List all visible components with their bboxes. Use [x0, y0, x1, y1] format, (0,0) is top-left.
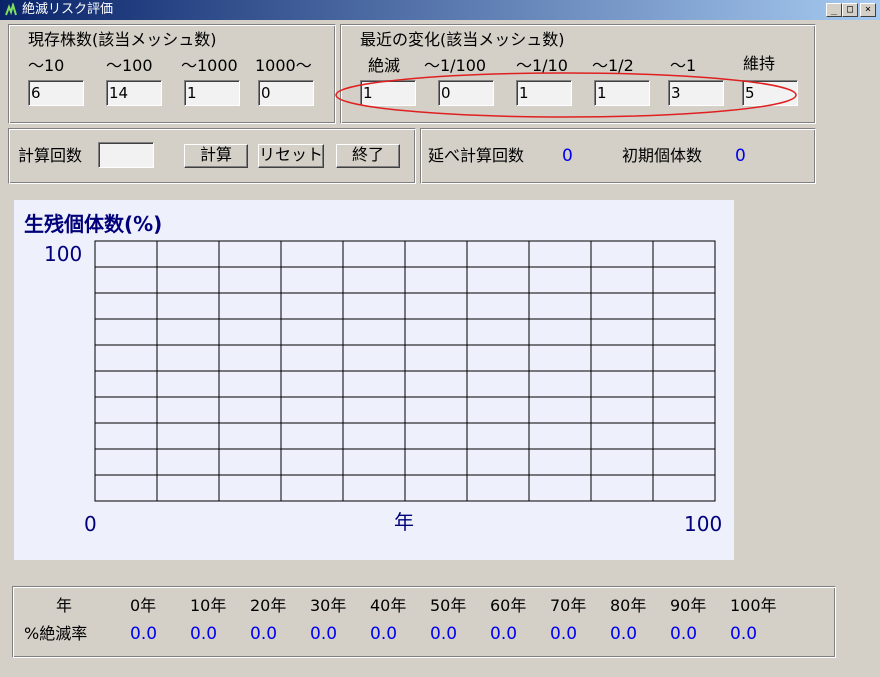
year-row-label: 年	[56, 596, 73, 615]
year-cell: 50年	[430, 596, 467, 615]
year-cell: 60年	[490, 596, 527, 615]
rate-cell: 0.0	[490, 624, 518, 644]
highlight-ellipse	[335, 72, 797, 118]
rate-row-label: %絶滅率	[24, 624, 88, 643]
initial-pop-label: 初期個体数	[622, 146, 703, 165]
app-icon	[5, 3, 17, 16]
close-button[interactable]: ×	[860, 3, 876, 17]
stock-field-10[interactable]: 6	[28, 80, 84, 106]
year-cell: 20年	[250, 596, 287, 615]
year-cell: 90年	[670, 596, 707, 615]
stock-label-1000plus: 1000～	[255, 56, 312, 75]
stock-field-1000plus[interactable]: 0	[258, 80, 314, 106]
calc-button[interactable]: 計算	[184, 144, 248, 168]
x-axis-min-label: 0	[84, 512, 97, 536]
year-cell: 0年	[130, 596, 157, 615]
year-cell: 70年	[550, 596, 587, 615]
survival-chart-panel: 生残個体数(%) 100 0 年 100	[14, 200, 734, 560]
minimize-button[interactable]: _	[826, 3, 842, 17]
stock-label-100: ～100	[106, 56, 153, 75]
stock-label-1000: ～1000	[181, 56, 238, 75]
year-cell: 100年	[730, 596, 777, 615]
year-cell: 80年	[610, 596, 647, 615]
rate-cell: 0.0	[130, 624, 158, 644]
rate-cell: 0.0	[610, 624, 638, 644]
current-stock-title: 現存株数(該当メッシュ数)	[28, 30, 217, 49]
rate-cell: 0.0	[310, 624, 338, 644]
x-axis-title: 年	[394, 510, 414, 534]
year-cell: 30年	[310, 596, 347, 615]
year-cell: 40年	[370, 596, 407, 615]
rate-cell: 0.0	[670, 624, 698, 644]
x-axis-max-label: 100	[684, 512, 723, 536]
calc-count-label: 計算回数	[18, 146, 83, 165]
window-title: 絶滅リスク評価	[22, 2, 114, 17]
chart-title: 生残個体数(%)	[24, 212, 163, 236]
year-cell: 10年	[190, 596, 227, 615]
stock-field-1000[interactable]: 1	[184, 80, 240, 106]
initial-pop-value: 0	[735, 146, 746, 166]
calc-count-field[interactable]	[98, 142, 154, 168]
maximize-button[interactable]: □	[842, 3, 858, 17]
rate-cell: 0.0	[430, 624, 458, 644]
rate-cell: 0.0	[190, 624, 218, 644]
rate-cell: 0.0	[730, 624, 758, 644]
rate-cell: 0.0	[370, 624, 398, 644]
y-axis-max-label: 100	[44, 242, 83, 266]
exit-button[interactable]: 終了	[336, 144, 400, 168]
stock-label-10: ～10	[28, 56, 65, 75]
stock-field-100[interactable]: 14	[106, 80, 162, 106]
total-calc-value: 0	[562, 146, 573, 166]
rate-cell: 0.0	[250, 624, 278, 644]
reset-button[interactable]: リセット	[258, 144, 324, 168]
recent-change-title: 最近の変化(該当メッシュ数)	[360, 30, 565, 49]
title-bar[interactable]	[0, 0, 880, 20]
rate-cell: 0.0	[550, 624, 578, 644]
chart-grid	[94, 240, 716, 502]
total-calc-label: 延べ計算回数	[428, 146, 525, 165]
